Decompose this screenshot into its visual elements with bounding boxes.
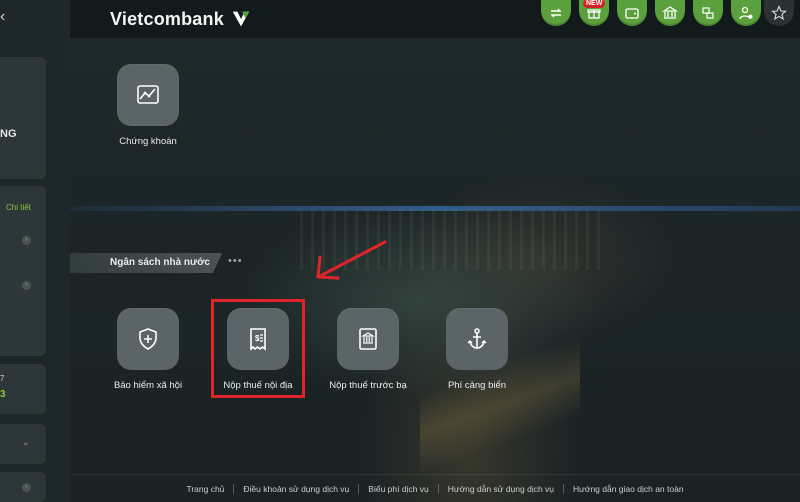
info-dot-icon[interactable]: › (22, 483, 31, 492)
logo-text: Vietcombank (110, 8, 224, 29)
detail-link[interactable]: Chi tiết (6, 203, 31, 212)
info-dot-icon[interactable]: › (22, 236, 31, 245)
gift-icon[interactable]: NEW (579, 0, 609, 26)
highlight-box (211, 299, 305, 398)
anchor-icon (467, 328, 487, 349)
tile-securities-label: Chứng khoán (119, 136, 177, 147)
tile-social-insurance-label: Bảo hiểm xã hội (113, 380, 183, 391)
tile-social-insurance-icon-box (117, 308, 179, 370)
footer-links: Trang chủ Điều khoản sử dụng dịch vụ Biể… (70, 474, 800, 502)
left-sidebar: ‹ NG Chi tiết › › 7 3 ⌄ › (0, 0, 70, 502)
vietcombank-logo[interactable]: Vietcombank (110, 6, 252, 32)
background-city-lights (300, 210, 600, 270)
building-document-icon (359, 328, 377, 350)
stock-chart-icon (137, 85, 159, 104)
balance-number-small: 7 (0, 374, 5, 383)
shield-plus-icon (139, 328, 157, 350)
bank-icon[interactable] (655, 0, 685, 26)
wallet-icon[interactable] (617, 0, 647, 26)
balance-number-green: 3 (0, 389, 6, 400)
section-state-budget: Ngân sách nhà nước ••• (70, 253, 245, 273)
tile-registration-tax-label: Nộp thuế trước bạ (329, 380, 407, 391)
tile-seaport-fee[interactable]: Phí cảng biển (427, 308, 527, 393)
chevron-down-icon[interactable]: ⌄ (22, 437, 30, 448)
background-blue-band (70, 206, 800, 211)
tile-registration-tax[interactable]: Nộp thuế trước bạ (318, 308, 418, 393)
account-card[interactable] (0, 57, 46, 179)
header-shortcuts: NEW (541, 0, 761, 26)
footer-link-guide[interactable]: Hướng dẫn sử dụng dịch vụ (437, 483, 563, 494)
footer-link-home[interactable]: Trang chủ (177, 484, 233, 494)
footer-link-terms[interactable]: Điều khoản sử dụng dịch vụ (233, 483, 358, 494)
tile-seaport-fee-label: Phí cảng biển (447, 380, 507, 391)
tile-social-insurance[interactable]: Bảo hiểm xã hội (98, 308, 198, 393)
exchange-icon[interactable] (693, 0, 723, 26)
transfer-icon[interactable] (541, 0, 571, 26)
balance-card (0, 364, 46, 414)
tile-securities-icon-box (117, 64, 179, 126)
footer-link-fees[interactable]: Biểu phí dịch vụ (358, 483, 437, 494)
tile-seaport-fee-icon-box (446, 308, 508, 370)
new-badge: NEW (583, 0, 606, 8)
tile-registration-tax-icon-box (337, 308, 399, 370)
vietcombank-mark-icon (232, 11, 250, 27)
section-title: Ngân sách nhà nước (110, 257, 210, 268)
back-chevron-icon[interactable]: ‹ (0, 8, 5, 26)
user-settings-icon[interactable] (731, 0, 761, 26)
info-dot-icon[interactable]: › (22, 281, 31, 290)
more-dots-icon[interactable]: ••• (228, 255, 243, 267)
tile-securities[interactable]: Chứng khoán (98, 64, 198, 149)
footer-link-safety[interactable]: Hướng dẫn giao dịch an toàn (563, 483, 693, 494)
account-card-label: NG (0, 128, 17, 140)
